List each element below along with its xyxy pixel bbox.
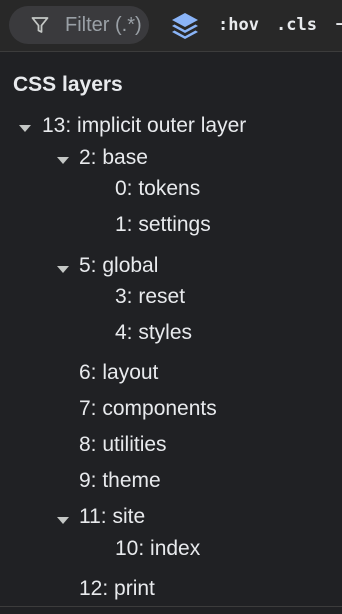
styles-toolbar: Filter (.*) :hov .cls +: [0, 0, 342, 52]
cls-button[interactable]: .cls: [276, 0, 317, 52]
collapse-triangle-icon[interactable]: [57, 517, 69, 524]
layer-item[interactable]: 7: components: [79, 394, 217, 424]
layers-icon[interactable]: [168, 9, 202, 43]
new-style-rule-button[interactable]: +: [334, 0, 342, 52]
layer-item[interactable]: 11: site: [79, 502, 145, 532]
layer-item[interactable]: 6: layout: [79, 358, 158, 388]
collapse-triangle-icon[interactable]: [57, 266, 69, 273]
layer-item[interactable]: 1: settings: [115, 210, 211, 240]
css-layers-title: CSS layers: [13, 73, 123, 96]
filter-text: Filter (.*): [65, 14, 142, 36]
layer-item[interactable]: 12: print: [79, 574, 155, 604]
layer-item[interactable]: 10: index: [115, 534, 200, 564]
layer-item[interactable]: 13: implicit outer layer: [42, 111, 246, 141]
layer-item[interactable]: 5: global: [79, 251, 158, 281]
divider: [0, 606, 342, 607]
filter-input[interactable]: Filter (.*): [9, 6, 149, 44]
layer-item[interactable]: 8: utilities: [79, 430, 167, 460]
layer-item[interactable]: 3: reset: [115, 282, 185, 312]
collapse-triangle-icon[interactable]: [19, 125, 31, 132]
filter-icon: [31, 17, 49, 33]
layer-item[interactable]: 4: styles: [115, 318, 192, 348]
layer-item[interactable]: 0: tokens: [115, 174, 200, 204]
layer-item[interactable]: 9: theme: [79, 466, 161, 496]
hov-button[interactable]: :hov: [218, 0, 259, 52]
collapse-triangle-icon[interactable]: [57, 157, 69, 164]
layer-item[interactable]: 2: base: [79, 143, 148, 173]
